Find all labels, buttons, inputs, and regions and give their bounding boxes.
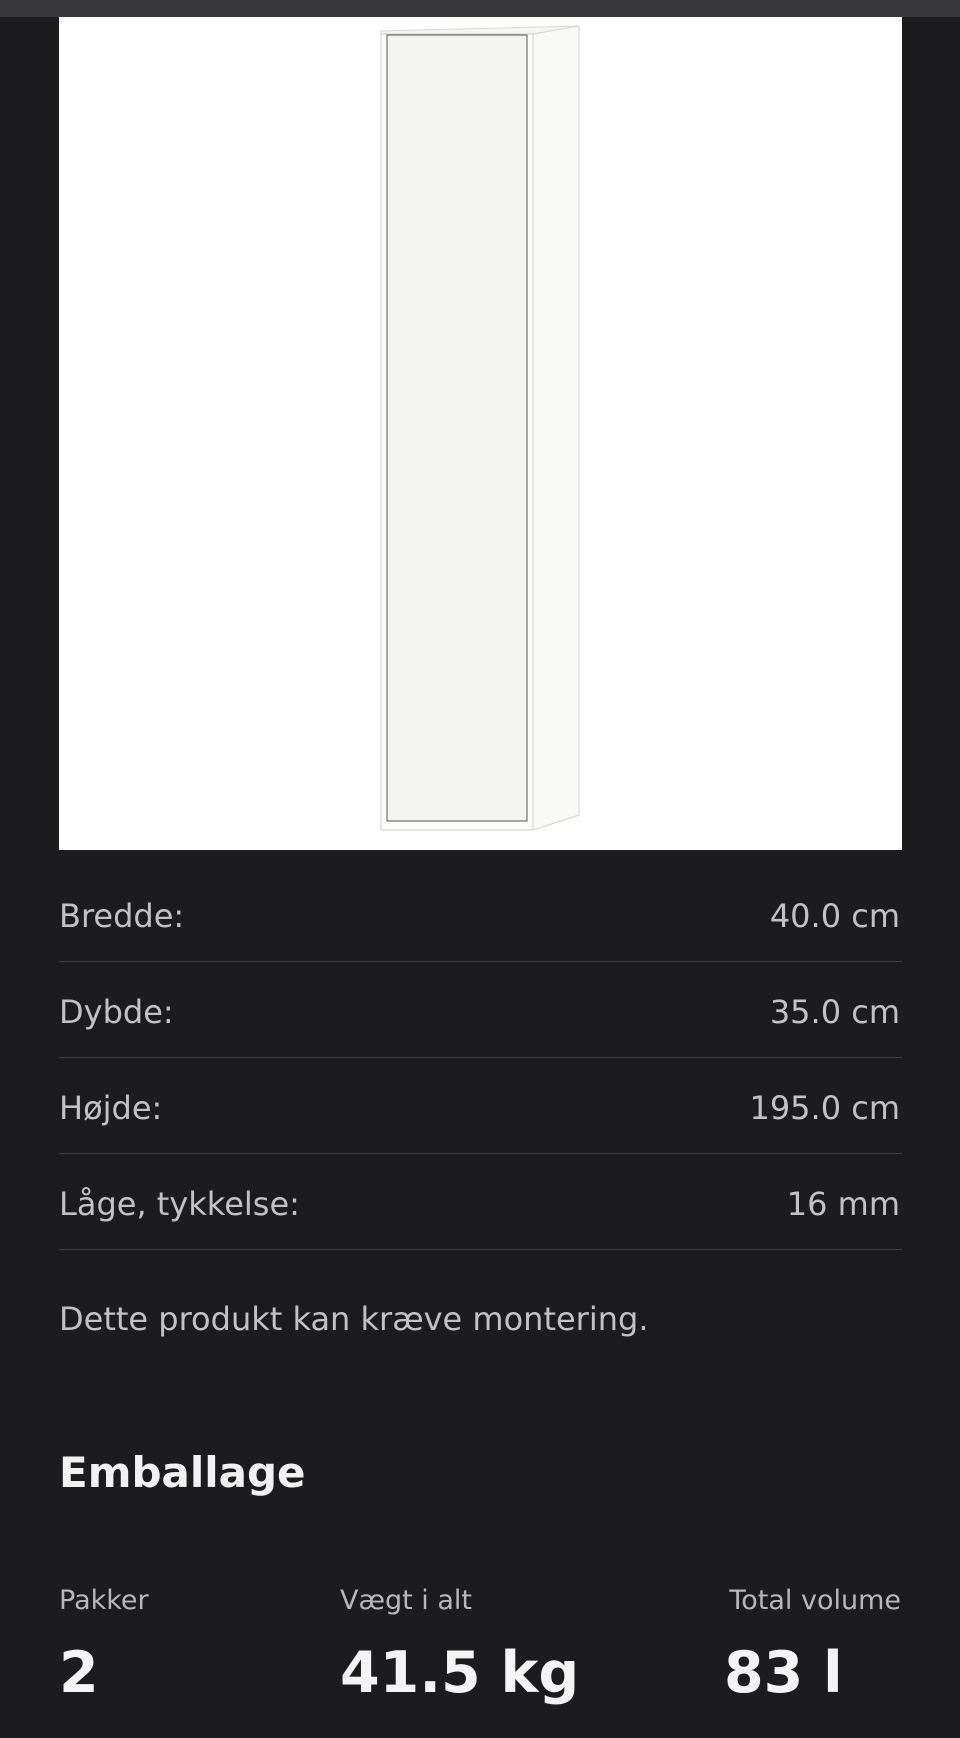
dimension-label: Låge, tykkelse: <box>59 1185 300 1223</box>
weight-label: Vægt i alt <box>340 1585 473 1616</box>
assembly-note: Dette produkt kan kræve montering. <box>59 1300 649 1338</box>
packaging-title: Emballage <box>59 1448 306 1497</box>
dimension-value: 16 mm <box>786 1185 900 1223</box>
dimension-row-height: Højde: 195.0 cm <box>59 1058 902 1154</box>
cabinet-illustration <box>380 25 580 831</box>
dimension-value: 40.0 cm <box>769 897 900 935</box>
volume-label: Total volume <box>729 1585 901 1616</box>
dimension-label: Dybde: <box>59 993 174 1031</box>
top-bar <box>0 0 960 17</box>
dimensions-list: Bredde: 40.0 cm Dybde: 35.0 cm Højde: 19… <box>59 866 902 1250</box>
product-image[interactable] <box>59 17 902 850</box>
dimension-label: Bredde: <box>59 897 185 935</box>
dimension-row-width: Bredde: 40.0 cm <box>59 866 902 962</box>
packages-value: 2 <box>59 1640 99 1706</box>
packages-label: Pakker <box>59 1585 149 1616</box>
weight-value: 41.5 kg <box>340 1640 580 1706</box>
dimension-value: 195.0 cm <box>749 1089 900 1127</box>
dimension-value: 35.0 cm <box>769 993 900 1031</box>
volume-value: 83 l <box>724 1640 843 1706</box>
dimension-row-depth: Dybde: 35.0 cm <box>59 962 902 1058</box>
dimension-label: Højde: <box>59 1089 163 1127</box>
dimension-row-door-thickness: Låge, tykkelse: 16 mm <box>59 1154 902 1250</box>
